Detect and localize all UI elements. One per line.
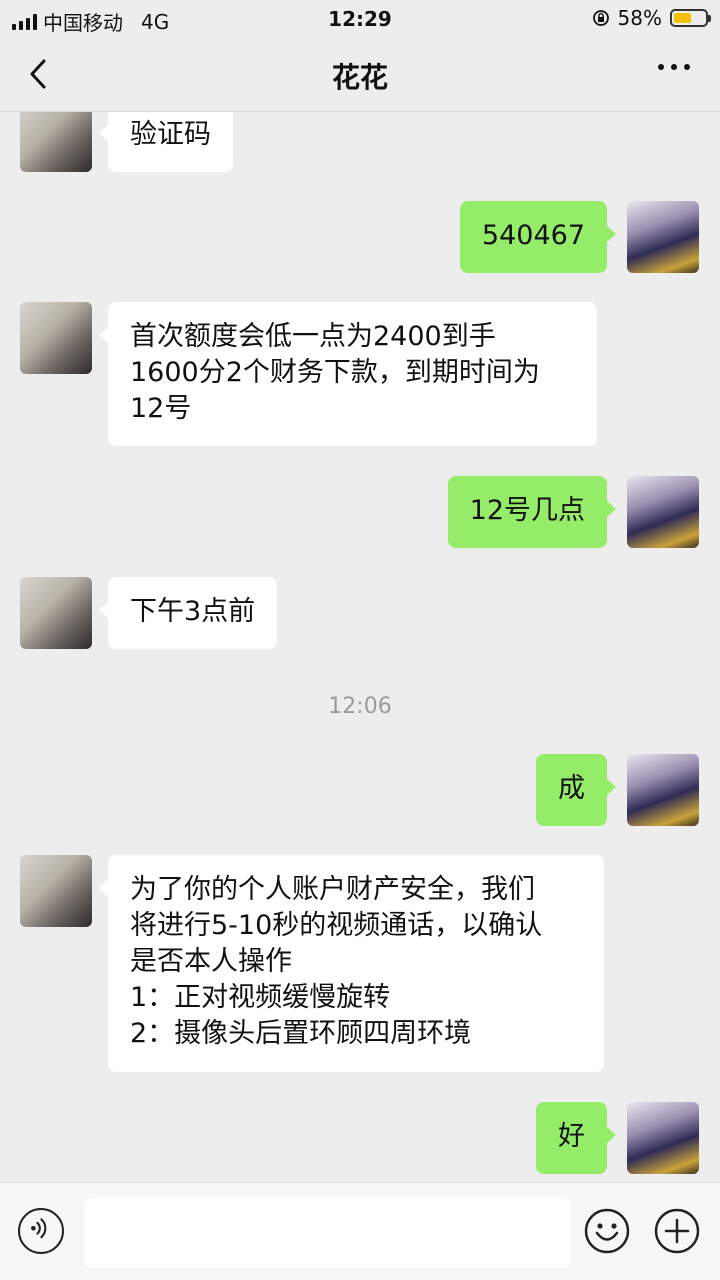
battery-percent: 58% xyxy=(617,6,662,30)
avatar[interactable] xyxy=(20,302,92,374)
avatar[interactable] xyxy=(20,855,92,927)
avatar[interactable] xyxy=(20,577,92,649)
chat-header: 花花 xyxy=(0,36,720,112)
avatar[interactable] xyxy=(627,476,699,548)
battery-fill xyxy=(674,13,692,23)
voice-icon[interactable] xyxy=(18,1208,64,1254)
battery-icon xyxy=(670,9,711,27)
plus-icon[interactable] xyxy=(654,1208,700,1254)
avatar[interactable] xyxy=(627,1102,699,1174)
message-bubble[interactable]: 为了你的个人账户财产安全，我们 将进行5-10秒的视频通话，以确认 是否本人操作… xyxy=(99,855,604,1072)
message-bubble[interactable]: 12号几点 xyxy=(447,476,617,548)
message-bubble[interactable]: 成 xyxy=(536,754,616,826)
chat-title: 花花 xyxy=(331,61,388,94)
message-bubble[interactable]: 好 xyxy=(536,1102,616,1174)
emoji-icon[interactable] xyxy=(584,1208,630,1254)
message-bubble[interactable]: 验证码 xyxy=(99,112,233,172)
message-bubble[interactable]: 首次额度会低一点为2400到手 1600分2个财务下款，到期时间为 12号 xyxy=(99,302,597,446)
avatar[interactable] xyxy=(20,112,92,172)
more-dots-icon[interactable] xyxy=(658,64,690,70)
message-input[interactable] xyxy=(84,1198,571,1268)
rotation-lock-icon xyxy=(592,10,609,26)
avatar[interactable] xyxy=(627,754,699,826)
input-bar xyxy=(0,1182,720,1280)
message-list[interactable]: 验证码 540467 首次额度会低一点为2400到手 1600分2个财务下款，到… xyxy=(0,112,720,1182)
avatar[interactable] xyxy=(627,201,699,273)
message-bubble[interactable]: 下午3点前 xyxy=(98,577,278,649)
status-bar: 中国移动 4G 12:29 58% xyxy=(0,0,720,36)
status-right: 58% xyxy=(592,6,711,30)
chat-timestamp: 12:06 xyxy=(328,694,392,719)
message-bubble[interactable]: 540467 xyxy=(459,201,617,273)
